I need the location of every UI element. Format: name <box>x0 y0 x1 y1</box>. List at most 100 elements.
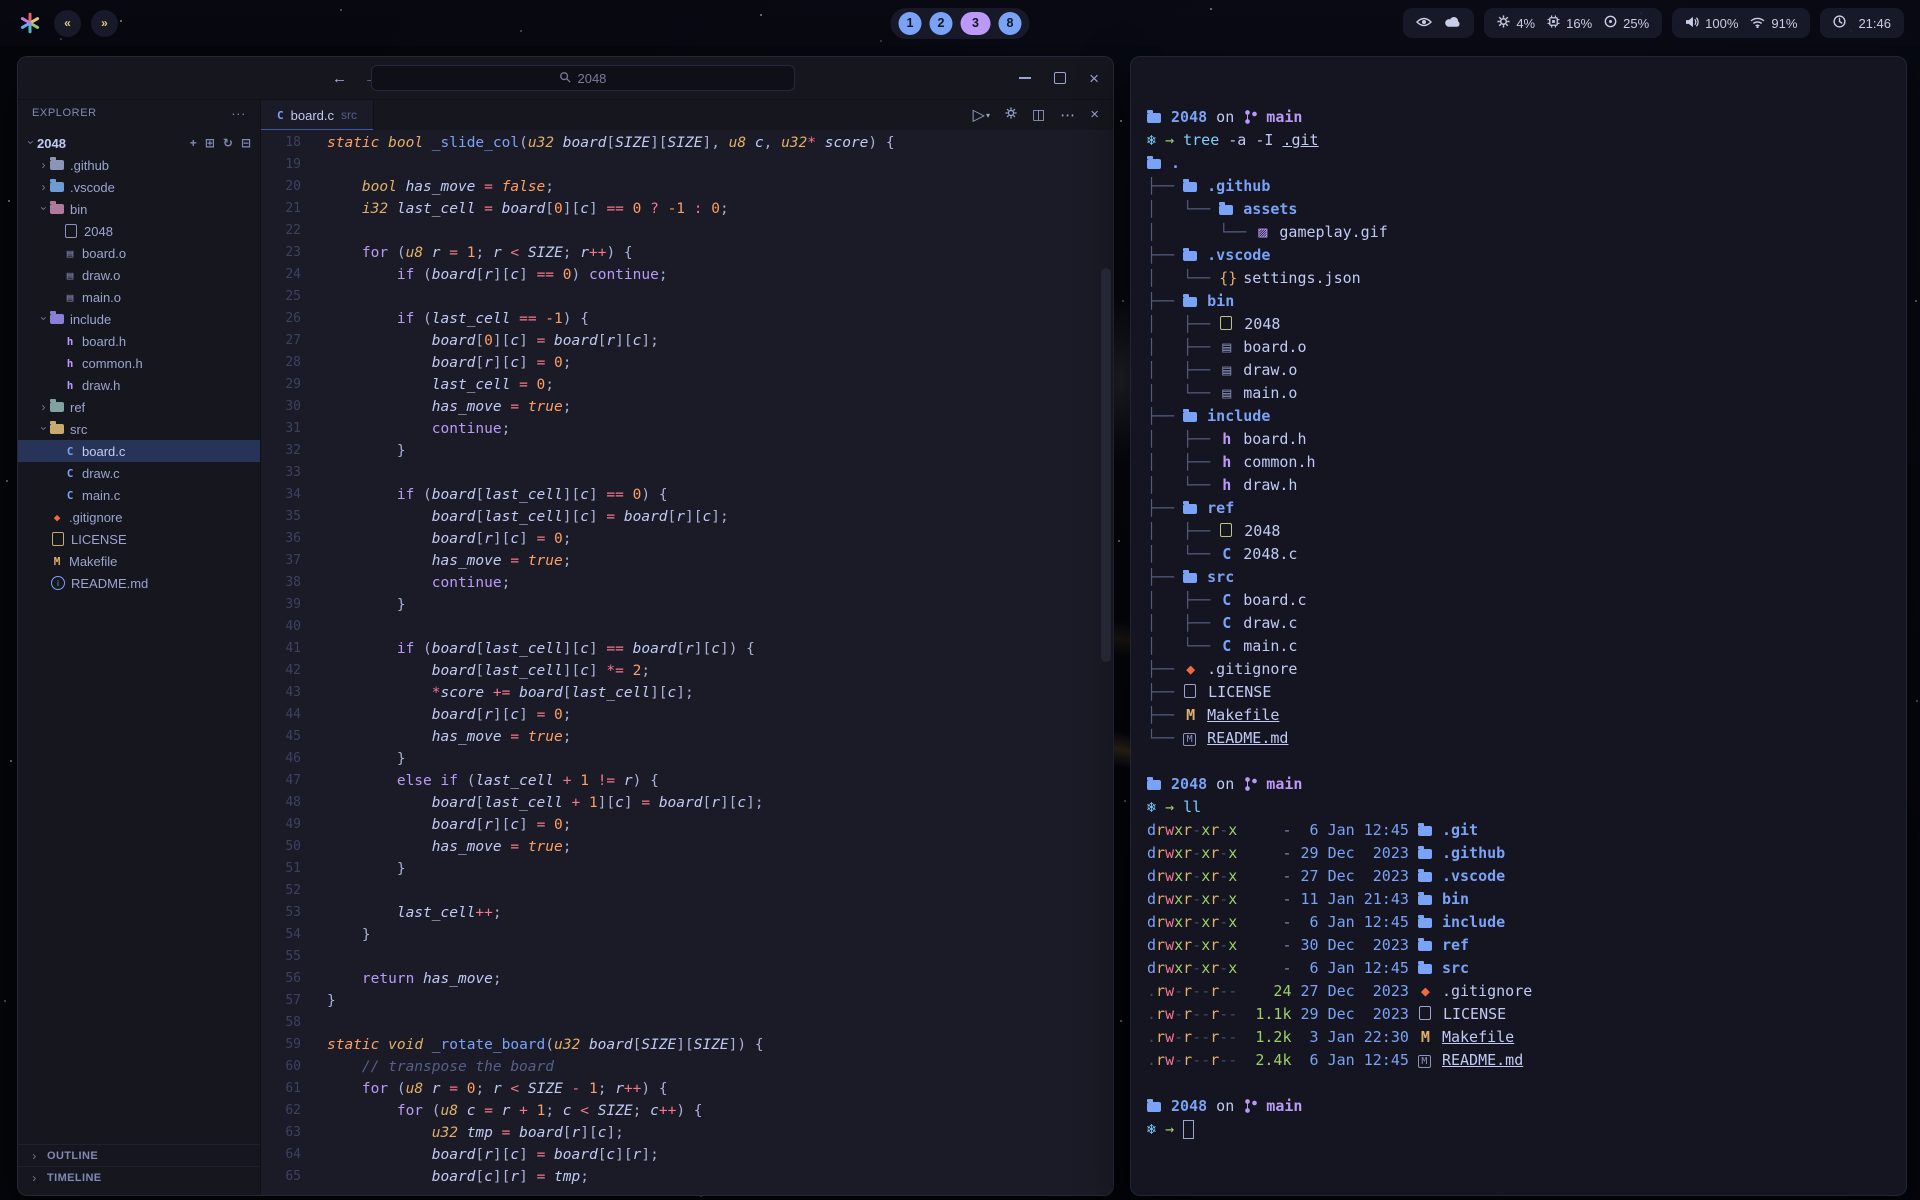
code-line[interactable]: u32 tmp = board[r][c]; <box>327 1122 1113 1144</box>
workspace-button-1[interactable]: 1 <box>899 12 922 35</box>
nixos-logo-icon[interactable] <box>16 9 44 37</box>
sidebar-item-main.c[interactable]: Cmain.c <box>18 484 260 506</box>
scrollbar-thumb[interactable] <box>1101 268 1111 662</box>
sidebar-item-2048[interactable]: 2048 <box>18 220 260 242</box>
sidebar-item-draw.h[interactable]: hdraw.h <box>18 374 260 396</box>
outline-panel[interactable]: OUTLINE <box>18 1144 260 1167</box>
sidebar-item-.vscode[interactable]: .vscode <box>18 176 260 198</box>
audio-network-widget[interactable]: 100% 91% <box>1672 8 1810 38</box>
code-line[interactable]: } <box>327 924 1113 946</box>
media-next-button[interactable] <box>91 10 118 37</box>
code-line[interactable] <box>327 154 1113 176</box>
code-line[interactable] <box>327 946 1113 968</box>
explorer-more-icon[interactable] <box>231 106 246 121</box>
code-editor[interactable]: 1819202122232425262728293031323334353637… <box>261 130 1113 1195</box>
code-line[interactable]: } <box>327 858 1113 880</box>
clock-widget[interactable]: 21:46 <box>1820 8 1904 38</box>
code-line[interactable]: for (u8 r = 1; r < SIZE; r++) { <box>327 242 1113 264</box>
code-line[interactable]: has_move = true; <box>327 726 1113 748</box>
sidebar-item-.github[interactable]: .github <box>18 154 260 176</box>
sidebar-item-2048[interactable]: 2048+⊞↻⊟ <box>18 132 260 154</box>
command-center-search[interactable]: 2048 <box>370 65 794 91</box>
code-line[interactable]: last_cell++; <box>327 902 1113 924</box>
code-line[interactable]: has_move = true; <box>327 836 1113 858</box>
code-line[interactable]: // transpose the board <box>327 1056 1113 1078</box>
code-line[interactable]: board[last_cell][c] *= 2; <box>327 660 1113 682</box>
code-line[interactable]: board[r][c] = 0; <box>327 704 1113 726</box>
code-line[interactable]: board[last_cell][c] = board[r][c]; <box>327 506 1113 528</box>
code-line[interactable]: board[r][c] = 0; <box>327 814 1113 836</box>
code-line[interactable]: return has_move; <box>327 968 1113 990</box>
code-line[interactable] <box>327 616 1113 638</box>
code-line[interactable]: board[0][c] = board[r][c]; <box>327 330 1113 352</box>
code-line[interactable]: continue; <box>327 572 1113 594</box>
maximize-button[interactable] <box>1054 72 1066 84</box>
close-editor-icon[interactable] <box>1090 106 1099 124</box>
new-file-icon[interactable]: + <box>190 136 197 150</box>
code-line[interactable]: *score += board[last_cell][c]; <box>327 682 1113 704</box>
sidebar-item-.gitignore[interactable]: ◆.gitignore <box>18 506 260 528</box>
weather-widget[interactable] <box>1403 8 1474 38</box>
settings-gear-icon[interactable] <box>1005 106 1017 124</box>
code-line[interactable]: if (board[last_cell][c] == 0) { <box>327 484 1113 506</box>
code-line[interactable]: last_cell = 0; <box>327 374 1113 396</box>
sidebar-item-src[interactable]: src <box>18 418 260 440</box>
sidebar-item-board.h[interactable]: hboard.h <box>18 330 260 352</box>
sidebar-item-include[interactable]: include <box>18 308 260 330</box>
sidebar-item-draw.o[interactable]: ▤draw.o <box>18 264 260 286</box>
code-line[interactable]: static bool _slide_col(u32 board[SIZE][S… <box>327 132 1113 154</box>
workspace-button-8[interactable]: 8 <box>999 12 1022 35</box>
code-line[interactable]: board[r][c] = 0; <box>327 352 1113 374</box>
code-line[interactable]: for (u8 r = 0; r < SIZE - 1; r++) { <box>327 1078 1113 1100</box>
code-line[interactable] <box>327 220 1113 242</box>
code-line[interactable]: continue; <box>327 418 1113 440</box>
code-line[interactable]: bool has_move = false; <box>327 176 1113 198</box>
sidebar-item-README.md[interactable]: iREADME.md <box>18 572 260 594</box>
code-line[interactable]: has_move = true; <box>327 396 1113 418</box>
close-button[interactable] <box>1089 70 1099 87</box>
code-line[interactable]: } <box>327 748 1113 770</box>
code-line[interactable]: if (board[r][c] == 0) continue; <box>327 264 1113 286</box>
refresh-icon[interactable]: ↻ <box>223 136 233 150</box>
sidebar-item-Makefile[interactable]: MMakefile <box>18 550 260 572</box>
code-line[interactable] <box>327 1012 1113 1034</box>
system-stats-widget[interactable]: 4% 16% 25% <box>1484 8 1662 38</box>
sidebar-item-main.o[interactable]: ▤main.o <box>18 286 260 308</box>
sidebar-item-board.o[interactable]: ▤board.o <box>18 242 260 264</box>
sidebar-item-bin[interactable]: bin <box>18 198 260 220</box>
terminal-window[interactable]: 2048 on main❄ → tree -a -I .git .├── .gi… <box>1130 56 1907 1196</box>
sidebar-item-ref[interactable]: ref <box>18 396 260 418</box>
run-button[interactable] <box>973 105 990 125</box>
code-line[interactable]: if (last_cell == -1) { <box>327 308 1113 330</box>
code-line[interactable]: board[last_cell + 1][c] = board[r][c]; <box>327 792 1113 814</box>
code-line[interactable] <box>327 462 1113 484</box>
code-line[interactable]: if (board[last_cell][c] == board[r][c]) … <box>327 638 1113 660</box>
sidebar-item-board.c[interactable]: Cboard.c <box>18 440 260 462</box>
code-line[interactable] <box>327 880 1113 902</box>
code-line[interactable]: else if (last_cell + 1 != r) { <box>327 770 1113 792</box>
sidebar-item-LICENSE[interactable]: LICENSE <box>18 528 260 550</box>
code-line[interactable]: has_move = true; <box>327 550 1113 572</box>
workspace-button-3[interactable]: 3 <box>961 12 991 35</box>
code-line[interactable]: board[r][c] = 0; <box>327 528 1113 550</box>
split-editor-icon[interactable] <box>1032 106 1045 124</box>
sidebar-item-draw.c[interactable]: Cdraw.c <box>18 462 260 484</box>
code-line[interactable]: } <box>327 594 1113 616</box>
code-line[interactable]: for (u8 c = r + 1; c < SIZE; c++) { <box>327 1100 1113 1122</box>
code-line[interactable] <box>327 286 1113 308</box>
media-prev-button[interactable] <box>54 10 81 37</box>
code-line[interactable]: } <box>327 990 1113 1012</box>
collapse-all-icon[interactable]: ⊟ <box>241 136 251 150</box>
workspace-button-2[interactable]: 2 <box>930 12 953 35</box>
code-line[interactable]: static void _rotate_board(u32 board[SIZE… <box>327 1034 1113 1056</box>
sidebar-item-common.h[interactable]: hcommon.h <box>18 352 260 374</box>
code-line[interactable]: i32 last_cell = board[0][c] == 0 ? -1 : … <box>327 198 1113 220</box>
back-button[interactable] <box>332 70 347 87</box>
new-folder-icon[interactable]: ⊞ <box>205 136 215 150</box>
minimize-button[interactable] <box>1019 77 1031 79</box>
code-line[interactable]: } <box>327 440 1113 462</box>
code-line[interactable]: board[c][r] = tmp; <box>327 1166 1113 1188</box>
editor-scrollbar[interactable] <box>1101 130 1111 1195</box>
editor-more-icon[interactable] <box>1060 106 1075 125</box>
tab-board-c[interactable]: board.c src <box>261 100 374 130</box>
